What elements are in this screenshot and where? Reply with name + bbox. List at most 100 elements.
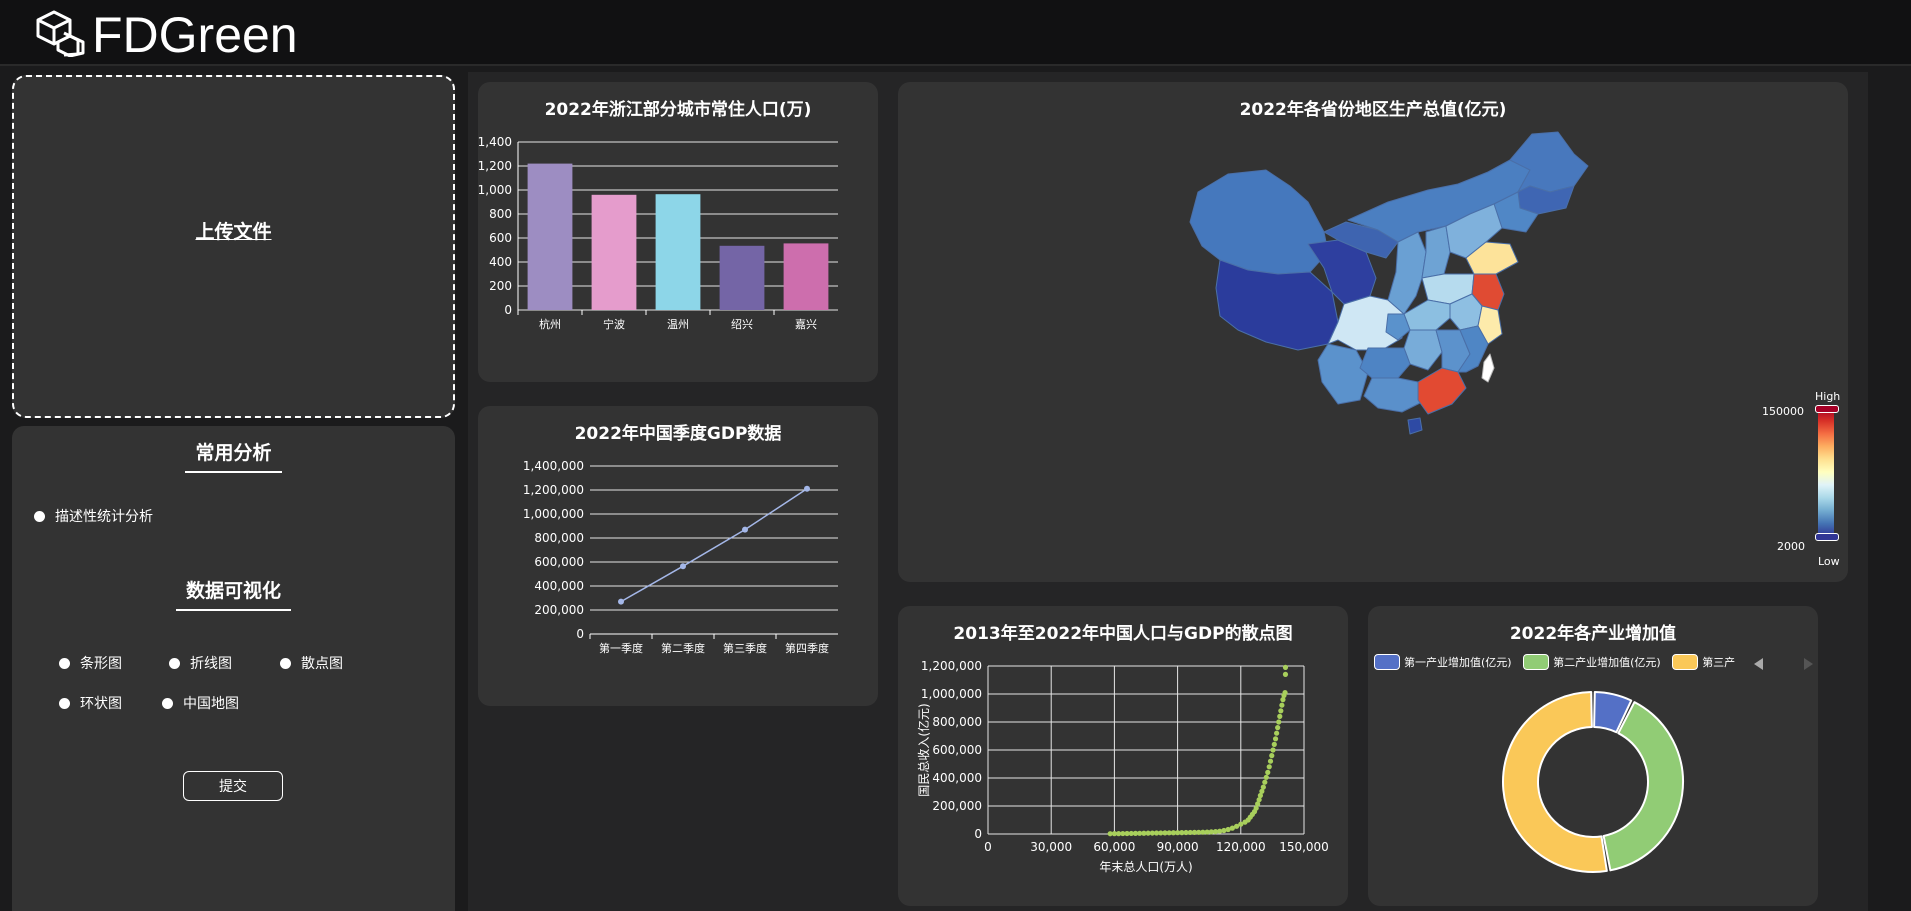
common-analysis-title: 常用分析	[12, 438, 455, 473]
line-chart: 0 200,000 400,000 600,000 800,000 1,000,000 1,…	[523, 459, 838, 655]
x-tick-label: 60,000	[1093, 840, 1135, 854]
bar	[591, 194, 637, 310]
x-tick-label: 绍兴	[731, 317, 753, 331]
y-tick-label: 600,000	[534, 555, 584, 569]
data-point	[804, 485, 810, 492]
ring-chart-panel: 2022年各产业增加值 第一产业增加值(亿元) 第二产业增加值(亿元) 第三产	[1368, 606, 1818, 906]
scatter-point	[1266, 764, 1272, 770]
top-bar: FDGreen	[0, 0, 1911, 66]
radio-china-map[interactable]: 中国地图	[162, 693, 239, 713]
radio-descriptive-stats[interactable]: 描述性统计分析	[34, 506, 153, 526]
logo[interactable]: FDGreen	[34, 9, 298, 61]
radio-icon[interactable]	[59, 697, 70, 709]
map-panel: 2022年各省份地区生产总值(亿元) High 150000 2000 Low	[898, 82, 1848, 582]
scatter-point	[1277, 713, 1283, 719]
radio-icon[interactable]	[34, 510, 45, 522]
x-tick-label: 90,000	[1157, 840, 1199, 854]
y-tick-label: 200,000	[534, 603, 584, 617]
cube-logo-icon	[34, 9, 86, 61]
radio-icon[interactable]	[59, 657, 70, 669]
visual-map-max-label: 150000	[1762, 405, 1804, 418]
map-region-guangdong	[1417, 367, 1467, 415]
scatter-point	[1275, 725, 1281, 731]
bar	[655, 194, 701, 310]
x-tick-label: 120,000	[1216, 840, 1266, 854]
y-tick-label: 1,400,000	[523, 459, 584, 473]
x-tick-label: 第三季度	[723, 641, 767, 655]
map-region-tibet	[1215, 259, 1339, 351]
data-point	[742, 526, 748, 533]
line-chart-panel: 2022年中国季度GDP数据 0 200,000 400,000 600,000 800…	[478, 406, 878, 706]
upload-file-link[interactable]: 上传文件	[14, 217, 453, 244]
map-region-taiwan	[1481, 353, 1495, 383]
y-tick-label: 200	[489, 279, 512, 293]
x-tick-label: 杭州	[539, 317, 561, 331]
radio-line-chart[interactable]: 折线图	[169, 653, 232, 673]
scatter-point	[1269, 753, 1275, 759]
china-map[interactable]	[898, 82, 1848, 582]
scatter-panel: 2013年至2022年中国人口与GDP的散点图 0 200,000 400,000 6…	[898, 606, 1348, 906]
scatter-point	[1279, 702, 1285, 708]
x-tick-label: 0	[984, 840, 992, 854]
x-tick-label: 150,000	[1279, 840, 1329, 854]
data-point	[680, 563, 686, 570]
y-tick-label: 400	[489, 255, 512, 269]
radio-bar-chart[interactable]: 条形图	[59, 653, 122, 673]
app-name: FDGreen	[92, 7, 298, 63]
bar	[719, 245, 765, 310]
map-region-xinjiang	[1189, 169, 1329, 275]
x-axis-label: 年末总人口(万人)	[1099, 860, 1192, 874]
radio-ring-chart[interactable]: 环状图	[59, 693, 122, 713]
y-tick-label: 1,200	[478, 159, 512, 173]
scatter-point	[1265, 769, 1271, 775]
y-axis-label: 国民总收入(亿元)	[916, 703, 931, 796]
radio-icon[interactable]	[162, 697, 173, 709]
submit-button[interactable]: 提交	[183, 771, 283, 801]
y-tick-label: 1,000	[478, 183, 512, 197]
upload-dropzone[interactable]: 上传文件	[12, 75, 455, 418]
visual-map-high-label: High	[1815, 390, 1841, 403]
y-tick-label: 600	[489, 231, 512, 245]
scatter-point	[1282, 690, 1288, 696]
radio-scatter-chart[interactable]: 散点图	[280, 653, 343, 673]
y-tick-label: 400,000	[932, 771, 982, 785]
scatter-point	[1272, 736, 1279, 742]
y-tick-label: 1,000,000	[921, 687, 982, 701]
analysis-panel: 常用分析 描述性统计分析 数据可视化 条形图 折线图 散点图 环状图 中国地图 …	[12, 426, 455, 911]
map-region-yunnan	[1317, 343, 1369, 405]
radio-icon[interactable]	[169, 657, 180, 669]
y-tick-label: 0	[974, 827, 982, 841]
visual-map-handle-bottom[interactable]	[1815, 533, 1839, 541]
bar-chart: 0 200 400 600 800 1,000 1,200 1,400 杭州 宁波 温州 绍兴 嘉兴	[478, 135, 838, 331]
map-region-guizhou	[1359, 347, 1411, 379]
y-tick-label: 0	[576, 627, 584, 641]
map-region-guangxi	[1363, 377, 1427, 413]
visual-map-scale[interactable]	[1818, 408, 1834, 536]
series-line	[620, 488, 808, 603]
visual-map-handle-top[interactable]	[1815, 405, 1839, 413]
bar	[527, 163, 573, 310]
y-tick-label: 800,000	[534, 531, 584, 545]
scatter-point	[1260, 784, 1266, 790]
y-tick-label: 1,200,000	[921, 659, 982, 673]
data-viz-title: 数据可视化	[12, 576, 455, 611]
y-tick-label: 800	[489, 207, 512, 221]
x-tick-label: 宁波	[603, 317, 625, 331]
y-tick-label: 200,000	[932, 799, 982, 813]
scatter-point	[1263, 774, 1269, 780]
visual-map-low-label: Low	[1818, 555, 1840, 568]
x-tick-label: 第二季度	[661, 641, 705, 655]
ring-chart	[1501, 691, 1684, 873]
bar-chart-panel: 2022年浙江部分城市常住人口(万) 0 200 400 600 800 1,000 1,2…	[478, 82, 878, 382]
scatter-point	[1276, 719, 1282, 725]
scatter-point	[1262, 779, 1268, 785]
x-tick-label: 第四季度	[785, 641, 829, 655]
radio-icon[interactable]	[280, 657, 291, 669]
data-point	[618, 598, 624, 605]
y-tick-label: 1,200,000	[523, 483, 584, 497]
scatter-point	[1282, 671, 1289, 677]
ring-slice	[1501, 691, 1608, 873]
x-tick-label: 30,000	[1030, 840, 1072, 854]
scatter-chart: 0 200,000 400,000 600,000 800,000 1,000,000 1,…	[916, 659, 1329, 874]
map-region-hainan	[1407, 417, 1423, 435]
